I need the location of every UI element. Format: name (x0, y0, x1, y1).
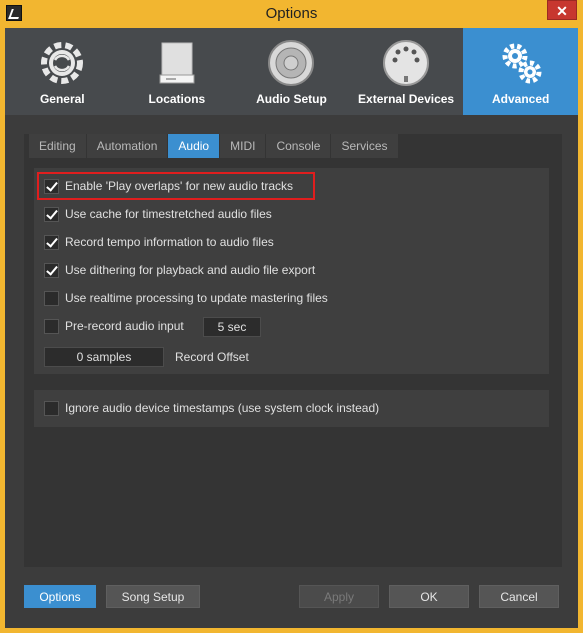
option-record-tempo[interactable]: Record tempo information to audio files (34, 232, 274, 252)
title-bar[interactable]: Options ✕ (0, 0, 583, 28)
option-label: Use realtime processing to update master… (65, 291, 328, 305)
record-offset-field[interactable]: 0 samples (44, 347, 164, 367)
dithering-checkbox[interactable] (44, 262, 59, 278)
song-setup-button[interactable]: Song Setup (106, 585, 200, 608)
audio-options-group: Enable 'Play overlaps' for new audio tra… (34, 168, 549, 374)
tab-midi[interactable]: MIDI (220, 134, 266, 158)
option-dithering[interactable]: Use dithering for playback and audio fil… (34, 260, 315, 280)
record-offset-label: Record Offset (175, 350, 249, 364)
play-overlaps-checkbox[interactable] (44, 178, 59, 194)
option-label: Ignore audio device timestamps (use syst… (65, 401, 380, 415)
timestretch-cache-checkbox[interactable] (44, 206, 59, 222)
nav-label: Advanced (491, 92, 550, 106)
nav-label: External Devices (358, 92, 455, 106)
option-timestretch-cache[interactable]: Use cache for timestretched audio files (34, 204, 272, 224)
dialog-body: General Locations Audio Setup External D… (5, 28, 578, 628)
timestamp-options-group: Ignore audio device timestamps (use syst… (34, 390, 549, 427)
midi-port-icon (383, 40, 430, 86)
option-label: Use cache for timestretched audio files (65, 207, 272, 221)
nav-label: General (39, 92, 85, 106)
options-window: Options ✕ General Locations Audio Setup … (0, 0, 583, 633)
nav-locations[interactable]: Locations (120, 28, 235, 115)
tab-services[interactable]: Services (331, 134, 398, 158)
nav-label: Audio Setup (256, 92, 327, 106)
cancel-button[interactable]: Cancel (479, 585, 559, 608)
ok-button[interactable]: OK (389, 585, 469, 608)
option-label: Use dithering for playback and audio fil… (65, 263, 316, 277)
option-label: Pre-record audio input (65, 319, 184, 333)
nav-general[interactable]: General (5, 28, 120, 115)
option-label: Enable 'Play overlaps' for new audio tra… (65, 179, 294, 193)
close-button[interactable]: ✕ (547, 0, 577, 20)
tab-automation[interactable]: Automation (86, 134, 168, 158)
options-button[interactable]: Options (24, 585, 96, 608)
option-label: Record tempo information to audio files (65, 235, 274, 249)
prerecord-checkbox[interactable] (44, 318, 59, 334)
option-play-overlaps[interactable]: Enable 'Play overlaps' for new audio tra… (34, 176, 293, 196)
tab-bar: Editing Automation Audio MIDI Console Se… (29, 134, 399, 158)
prerecord-duration-field[interactable]: 5 sec (203, 317, 261, 337)
speaker-icon (268, 40, 315, 86)
tab-audio[interactable]: Audio (168, 134, 220, 158)
drive-icon (159, 42, 195, 84)
gear-refresh-icon (41, 42, 84, 84)
nav-label: Locations (148, 92, 206, 106)
gears-icon (502, 43, 542, 84)
window-title: Options (265, 5, 318, 22)
tab-console[interactable]: Console (266, 134, 331, 158)
settings-panel: Editing Automation Audio MIDI Console Se… (24, 134, 562, 567)
record-tempo-checkbox[interactable] (44, 234, 59, 250)
realtime-mastering-checkbox[interactable] (44, 290, 59, 306)
option-prerecord[interactable]: Pre-record audio input (34, 316, 184, 336)
nav-advanced[interactable]: Advanced (463, 28, 578, 115)
tab-editing[interactable]: Editing (29, 134, 86, 158)
apply-button[interactable]: Apply (299, 585, 379, 608)
ignore-timestamps-checkbox[interactable] (44, 400, 59, 416)
top-navigation: General Locations Audio Setup External D… (5, 28, 578, 115)
nav-audio-setup[interactable]: Audio Setup (234, 28, 349, 115)
nav-external-devices[interactable]: External Devices (349, 28, 464, 115)
option-ignore-timestamps[interactable]: Ignore audio device timestamps (use syst… (34, 398, 379, 418)
option-realtime-mastering[interactable]: Use realtime processing to update master… (34, 288, 328, 308)
